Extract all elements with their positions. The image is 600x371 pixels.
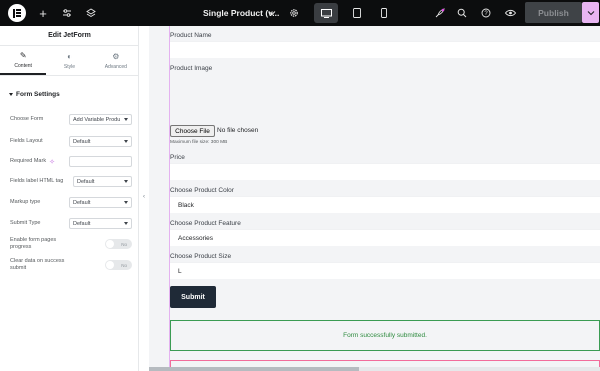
horizontal-scrollbar[interactable] [149, 367, 600, 371]
chevron-down-icon [124, 222, 128, 225]
control-fields-layout: Fields Layout Default [10, 136, 132, 147]
panel-tabs: ✎ Content ◐ Style ⚙ Advanced [0, 48, 139, 76]
tablet-icon[interactable] [350, 0, 364, 26]
control-label: Choose Form [10, 116, 44, 122]
control-submit-type: Submit Type Default [10, 218, 132, 229]
feature-value: Accessories [178, 235, 214, 242]
sliders-icon[interactable] [60, 0, 74, 26]
fields-label-tag-select[interactable]: Default [73, 176, 132, 187]
markup-type-select[interactable]: Default [69, 197, 132, 208]
choose-form-select[interactable]: Add Variable Produ [69, 114, 132, 125]
panel-title: Edit JetForm [0, 26, 139, 46]
feature-label: Choose Product Feature [170, 220, 241, 227]
control-required-mark: Required Mark ✧ [10, 156, 132, 167]
tab-label: Advanced [104, 64, 127, 70]
contrast-icon: ◐ [67, 52, 72, 61]
feature-select[interactable]: Accessories [170, 229, 600, 246]
select-value: Default [73, 220, 91, 227]
product-name-label: Product Name [170, 32, 212, 39]
control-label: Required Mark [10, 158, 47, 164]
layers-icon[interactable] [84, 0, 98, 26]
chevron-down-icon [587, 10, 594, 15]
ai-sparkle-icon[interactable]: ✧ [49, 158, 55, 166]
publish-button[interactable]: Publish [525, 2, 582, 23]
tab-advanced[interactable]: ⚙ Advanced [93, 48, 139, 75]
select-value: Default [73, 199, 91, 206]
max-file-size-note: Maximum file size: 300 MB [170, 140, 228, 145]
select-value: Default [73, 138, 91, 145]
choose-file-button[interactable]: Choose File [170, 125, 215, 137]
product-image-label: Product Image [170, 65, 213, 72]
file-status-text: No file chosen [217, 127, 259, 134]
tab-style[interactable]: ◐ Style [46, 48, 92, 75]
toggle-state: No [121, 241, 127, 247]
color-label: Choose Product Color [170, 187, 234, 194]
collapse-panel-icon[interactable]: ‹ [139, 190, 149, 204]
submit-type-select[interactable]: Default [69, 218, 132, 229]
control-label: Submit Type [10, 220, 41, 226]
select-value: Default [77, 178, 95, 185]
toggle-knob [106, 261, 114, 269]
chevron-down-icon [124, 140, 128, 143]
size-select[interactable]: L [170, 262, 600, 279]
fields-layout-select[interactable]: Default [69, 136, 132, 147]
help-icon[interactable]: ? [479, 0, 493, 26]
control-label: Fields Layout [10, 138, 43, 144]
gear-icon: ⚙ [112, 52, 120, 61]
caret-down-icon [9, 93, 13, 96]
product-name-input[interactable] [170, 41, 600, 58]
control-label: Enable form pages progress [10, 237, 57, 250]
section-title: Form Settings [16, 91, 60, 98]
toggle-knob [106, 240, 114, 248]
control-clear-data: Clear data on success submit No [10, 258, 132, 272]
tab-label: Content [14, 63, 32, 69]
control-label: Fields label HTML tag [10, 178, 64, 184]
toggle-state: No [121, 262, 127, 268]
size-label: Choose Product Size [170, 253, 232, 260]
color-select[interactable]: Black [170, 196, 600, 213]
price-label: Price [170, 154, 185, 161]
size-value: L [178, 268, 182, 275]
chevron-down-icon [124, 201, 128, 204]
preview-canvas: Product Name Product Image Choose File N… [149, 26, 600, 371]
control-markup-type: Markup type Default [10, 197, 132, 208]
plus-icon[interactable]: + [36, 0, 50, 26]
scrollbar-thumb[interactable] [149, 367, 359, 371]
color-value: Black [178, 202, 194, 209]
rocket-icon[interactable] [431, 0, 447, 26]
required-mark-input[interactable] [69, 156, 132, 167]
chevron-down-icon [124, 118, 128, 121]
section-form-settings[interactable]: Form Settings [9, 91, 60, 98]
desktop-icon[interactable] [314, 0, 338, 26]
control-choose-form: Choose Form Add Variable Produ [10, 114, 132, 125]
search-icon[interactable] [455, 0, 469, 26]
price-input[interactable] [170, 163, 600, 180]
publish-options-button[interactable] [582, 2, 599, 23]
control-label: Markup type [10, 199, 41, 205]
eye-icon[interactable] [503, 0, 517, 26]
editor-panel: Edit JetForm ✎ Content ◐ Style ⚙ Advance… [0, 26, 139, 371]
elementor-logo[interactable] [8, 4, 26, 22]
submit-button[interactable]: Submit [170, 286, 216, 308]
chevron-down-icon [124, 180, 128, 183]
control-label: Clear data on success submit [10, 258, 65, 271]
pencil-icon: ✎ [19, 51, 27, 60]
chevron-down-icon[interactable] [266, 0, 278, 26]
gear-icon[interactable] [287, 0, 301, 26]
control-fields-label-tag: Fields label HTML tag Default [10, 176, 132, 187]
mobile-icon[interactable] [377, 0, 391, 26]
top-bar: + Single Product (v... ? Publish [0, 0, 600, 26]
tab-content[interactable]: ✎ Content [0, 48, 47, 75]
form-pages-progress-toggle[interactable]: No [105, 239, 132, 249]
tab-label: Style [63, 64, 76, 70]
clear-data-toggle[interactable]: No [105, 260, 132, 270]
success-message: Form successfully submitted. [170, 320, 600, 351]
control-form-pages-progress: Enable form pages progress No [10, 237, 132, 251]
select-value: Add Variable Produ [73, 116, 121, 123]
